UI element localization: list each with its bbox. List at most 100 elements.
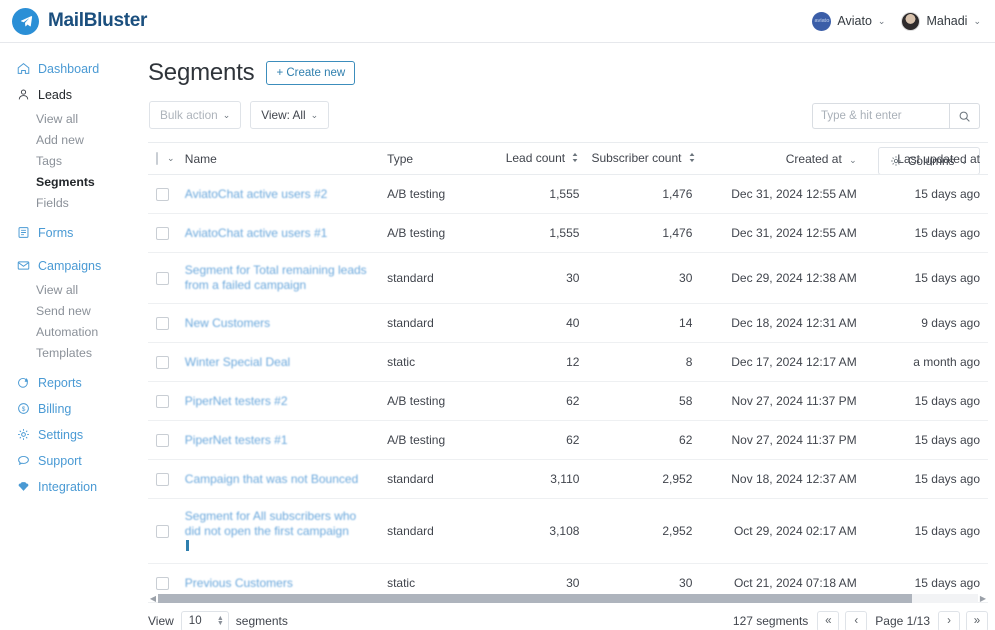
scrollbar-track[interactable] — [158, 594, 978, 603]
sidebar-item-integration[interactable]: Integration — [0, 476, 140, 497]
table-header-row: ⌄ Name Type Lead count Subscriber — [148, 143, 988, 175]
sort-updown-icon — [688, 152, 696, 166]
search-bar — [812, 103, 980, 129]
created-at-cell: Oct 29, 2024 02:17 AM — [698, 499, 862, 564]
row-select-cell — [148, 304, 179, 343]
sidebar-item-support[interactable]: Support — [0, 450, 140, 471]
scroll-left-arrow[interactable]: ◀ — [148, 594, 158, 603]
subscriber-count-cell: 30 — [585, 253, 698, 304]
row-checkbox[interactable] — [156, 188, 169, 201]
row-checkbox[interactable] — [156, 317, 169, 330]
scrollbar-thumb[interactable] — [158, 594, 912, 603]
row-checkbox[interactable] — [156, 356, 169, 369]
column-header-last-updated[interactable]: Last updated at — [863, 143, 988, 175]
user-menu[interactable]: Mahadi ⌄ — [901, 12, 981, 31]
segment-name-link[interactable]: PiperNet testers #1 — [185, 433, 288, 448]
chevron-down-icon: ⌄ — [223, 111, 231, 120]
prev-page-button[interactable]: ‹ — [845, 611, 867, 630]
per-page-stepper[interactable]: 10 ▲▼ — [181, 611, 229, 630]
sidebar-item-campaigns-send-new[interactable]: Send new — [0, 302, 140, 321]
last-updated-cell: 15 days ago — [863, 421, 988, 460]
lead-count-cell: 12 — [490, 343, 586, 382]
horizontal-scrollbar[interactable]: ◀ ▶ — [148, 593, 988, 604]
sidebar-item-leads-segments[interactable]: Segments — [0, 173, 140, 192]
lead-count-cell: 40 — [490, 304, 586, 343]
row-select-cell — [148, 382, 179, 421]
row-checkbox[interactable] — [156, 525, 169, 538]
sidebar-item-forms[interactable]: Forms — [0, 222, 140, 243]
sidebar-item-reports[interactable]: Reports — [0, 372, 140, 393]
stepper-arrows-icon[interactable]: ▲▼ — [217, 616, 224, 626]
first-page-button[interactable]: « — [817, 611, 839, 630]
org-switcher[interactable]: aviato Aviato ⌄ — [812, 12, 885, 31]
sidebar-item-campaigns-templates[interactable]: Templates — [0, 344, 140, 363]
created-at-cell: Dec 17, 2024 12:17 AM — [698, 343, 862, 382]
segment-name-link[interactable]: New Customers — [185, 316, 270, 331]
bulk-action-dropdown[interactable]: Bulk action ⌄ — [149, 101, 241, 129]
column-header-name[interactable]: Name — [179, 143, 381, 175]
created-at-cell: Nov 27, 2024 11:37 PM — [698, 382, 862, 421]
segment-name-link[interactable]: PiperNet testers #2 — [185, 394, 288, 409]
svg-text:$: $ — [21, 406, 25, 413]
sidebar-item-leads-add-new[interactable]: Add new — [0, 131, 140, 150]
table-row: AviatoChat active users #2 A/B testing1,5… — [148, 175, 988, 214]
sort-updown-icon — [571, 152, 579, 166]
sidebar-item-campaigns-automation[interactable]: Automation — [0, 323, 140, 342]
row-checkbox[interactable] — [156, 473, 169, 486]
segment-name-link[interactable]: AviatoChat active users #1 — [185, 226, 328, 241]
sidebar-item-settings[interactable]: Settings — [0, 424, 140, 445]
segment-name-link[interactable]: Campaign that was not Bounced — [185, 472, 358, 487]
scroll-right-arrow[interactable]: ▶ — [978, 594, 988, 603]
next-page-button[interactable]: › — [938, 611, 960, 630]
row-checkbox[interactable] — [156, 227, 169, 240]
segment-name-link[interactable]: Winter Special Deal — [185, 355, 290, 370]
search-input[interactable] — [812, 103, 949, 129]
row-select-cell — [148, 499, 179, 564]
segment-type-cell: A/B testing — [381, 382, 490, 421]
last-page-button[interactable]: » — [966, 611, 988, 630]
column-header-lead-count[interactable]: Lead count — [490, 143, 586, 175]
select-all-checkbox[interactable] — [156, 152, 158, 165]
search-icon — [958, 110, 971, 123]
view-filter-dropdown[interactable]: View: All ⌄ — [250, 101, 329, 129]
segment-type-cell: A/B testing — [381, 175, 490, 214]
sidebar-item-leads[interactable]: Leads — [0, 84, 140, 105]
segment-name-link[interactable]: Segment for Total remaining leads from a… — [185, 263, 375, 293]
lead-count-cell: 1,555 — [490, 175, 586, 214]
row-checkbox[interactable] — [156, 272, 169, 285]
sort-desc-icon: ⌄ — [849, 155, 857, 165]
row-checkbox[interactable] — [156, 395, 169, 408]
column-header-type[interactable]: Type — [381, 143, 490, 175]
segment-type-cell: standard — [381, 499, 490, 564]
row-checkbox[interactable] — [156, 434, 169, 447]
row-checkbox[interactable] — [156, 577, 169, 590]
sidebar-item-campaigns-view-all[interactable]: View all — [0, 281, 140, 300]
segment-name-link[interactable]: Segment for All subscribers who did not … — [185, 509, 375, 539]
segment-name-cell: AviatoChat active users #1 — [179, 214, 381, 253]
sidebar-item-label: Campaigns — [38, 259, 101, 273]
segment-name-link[interactable]: AviatoChat active users #2 — [185, 187, 328, 202]
last-updated-cell: 15 days ago — [863, 175, 988, 214]
sidebar-item-campaigns[interactable]: Campaigns — [0, 255, 140, 276]
row-select-cell — [148, 175, 179, 214]
create-new-button[interactable]: + Create new — [266, 61, 355, 85]
column-header-subscriber-count[interactable]: Subscriber count — [585, 143, 698, 175]
sidebar-item-billing[interactable]: $ Billing — [0, 398, 140, 419]
view-filter-label: View: All — [261, 108, 305, 122]
per-page-value: 10 — [189, 615, 202, 627]
table-head: ⌄ Name Type Lead count Subscriber — [148, 143, 988, 175]
segment-name-link[interactable]: Previous Customers — [185, 576, 293, 591]
sidebar-item-leads-fields[interactable]: Fields — [0, 194, 140, 213]
sidebar-item-leads-tags[interactable]: Tags — [0, 152, 140, 171]
search-button[interactable] — [949, 103, 980, 129]
sidebar-item-leads-view-all[interactable]: View all — [0, 110, 140, 129]
select-all-header: ⌄ — [148, 143, 179, 175]
column-header-created-at[interactable]: Created at ⌄ — [698, 143, 862, 175]
lead-count-cell: 3,110 — [490, 460, 586, 499]
sidebar-item-dashboard[interactable]: Dashboard — [0, 58, 140, 79]
page-title: Segments — [148, 59, 254, 87]
brand-logo[interactable]: MailBluster — [12, 8, 147, 35]
chevron-down-icon[interactable]: ⌄ — [167, 153, 175, 164]
table-row: Segment for All subscribers who did not … — [148, 499, 988, 564]
segments-table-wrapper: ⌄ Name Type Lead count Subscriber — [148, 142, 988, 603]
